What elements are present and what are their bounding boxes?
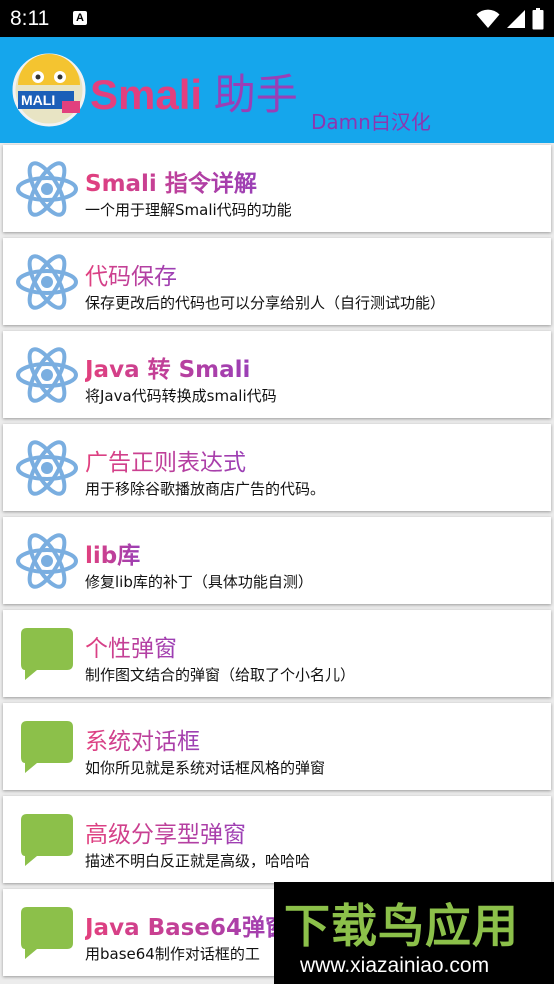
item-description: 制作图文结合的弹窗（给取了个小名儿） — [85, 666, 356, 684]
wifi-icon — [476, 9, 500, 28]
app-header: MALI Smali 助手 Damn白汉化 — [0, 37, 554, 143]
watermark: 下载鸟应用 www.xiazainiao.com — [274, 882, 554, 984]
list-item-system-dialog[interactable]: 系统对话框 如你所见就是系统对话框风格的弹窗 — [3, 703, 551, 790]
list-item-smali-instructions[interactable]: Smali 指令详解 一个用于理解Smali代码的功能 — [3, 145, 551, 232]
chat-bubble-icon — [21, 814, 73, 866]
item-title: 代码保存 — [85, 257, 177, 291]
item-description: 用base64制作对话框的工 — [85, 945, 260, 963]
item-description: 用于移除谷歌播放商店广告的代码。 — [85, 480, 326, 498]
signal-icon — [507, 10, 525, 28]
app-title-part2: 助手 — [213, 71, 298, 118]
chat-bubble-icon — [21, 721, 73, 773]
item-title: lib库 — [85, 536, 140, 570]
item-description: 修复lib库的补丁（具体功能自测） — [85, 573, 313, 591]
item-title: Java Base64弹窗 — [85, 908, 288, 942]
battery-icon — [532, 8, 544, 30]
status-time: 8:11 — [10, 7, 50, 30]
app-title: Smali 助手 — [90, 61, 298, 122]
item-description: 一个用于理解Smali代码的功能 — [85, 201, 292, 219]
list-item-java-to-smali[interactable]: Java 转 Smali 将Java代码转换成smali代码 — [3, 331, 551, 418]
watermark-url: www.xiazainiao.com — [300, 954, 490, 977]
item-title: 广告正则表达式 — [85, 443, 246, 477]
list-item-custom-popup[interactable]: 个性弹窗 制作图文结合的弹窗（给取了个小名儿） — [3, 610, 551, 697]
status-icons — [476, 8, 544, 30]
svg-text:MALI: MALI — [21, 92, 55, 108]
app-title-part1: Smali — [90, 71, 203, 118]
status-bar: 8:11 A — [0, 0, 554, 37]
item-description: 保存更改后的代码也可以分享给别人（自行测试功能） — [85, 294, 446, 312]
notification-icon: A — [73, 11, 87, 25]
chat-bubble-icon — [21, 907, 73, 959]
list-item-code-save[interactable]: 代码保存 保存更改后的代码也可以分享给别人（自行测试功能） — [3, 238, 551, 325]
item-title: 高级分享型弹窗 — [85, 815, 246, 849]
app-subtitle: Damn白汉化 — [311, 110, 431, 134]
item-title: Smali 指令详解 — [85, 164, 257, 198]
atom-icon — [16, 161, 78, 217]
atom-icon — [16, 440, 78, 496]
item-title: 系统对话框 — [85, 722, 200, 756]
list-item-share-popup[interactable]: 高级分享型弹窗 描述不明白反正就是高级，哈哈哈 — [3, 796, 551, 883]
atom-icon — [16, 533, 78, 589]
item-title: 个性弹窗 — [85, 629, 177, 663]
chat-bubble-icon — [21, 628, 73, 680]
atom-icon — [16, 347, 78, 403]
watermark-logo-text: 下载鸟应用 — [284, 899, 519, 953]
item-description: 描述不明白反正就是高级，哈哈哈 — [85, 852, 311, 870]
app-logo: MALI — [12, 53, 86, 127]
atom-icon — [16, 254, 78, 310]
list-item-lib[interactable]: lib库 修复lib库的补丁（具体功能自测） — [3, 517, 551, 604]
item-description: 将Java代码转换成smali代码 — [85, 387, 277, 405]
list-item-ad-regex[interactable]: 广告正则表达式 用于移除谷歌播放商店广告的代码。 — [3, 424, 551, 511]
item-title: Java 转 Smali — [85, 350, 250, 384]
item-description: 如你所见就是系统对话框风格的弹窗 — [85, 759, 326, 777]
